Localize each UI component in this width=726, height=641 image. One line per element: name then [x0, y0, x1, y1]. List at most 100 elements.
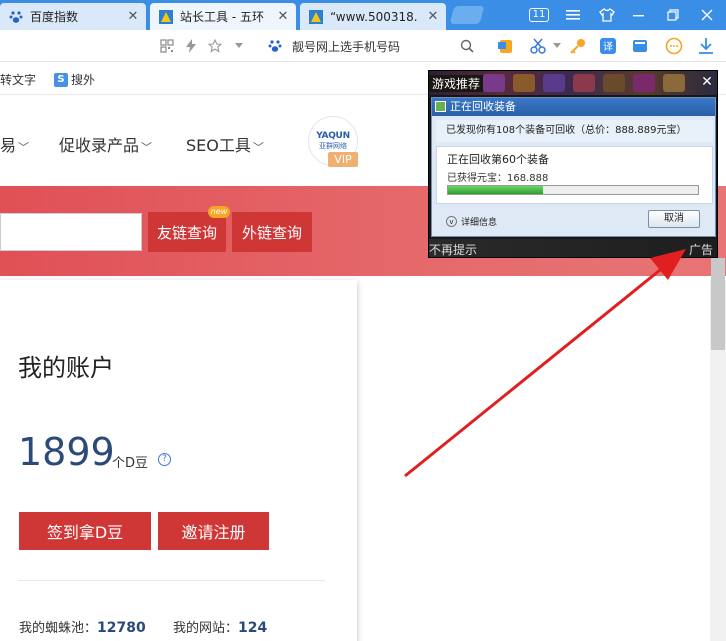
spider-pool-stat: 我的蜘蛛池：12780 — [19, 617, 146, 636]
translate-icon[interactable]: 译 — [598, 36, 618, 56]
game-item-icon — [483, 74, 505, 92]
button-label: 邀请注册 — [181, 523, 246, 542]
bookmark-item[interactable]: S 搜外 — [54, 71, 95, 88]
recycle-dialog: 正在回收装备 已发现你有108个装备可回收（总价：888.889元宝） 正在回收… — [431, 97, 716, 237]
tab-count-button[interactable]: 11 — [524, 0, 554, 30]
button-label: 签到拿D豆 — [46, 523, 124, 542]
popup-footer: 不再提示 广告 — [429, 239, 717, 257]
nav-item-label: 易 — [0, 136, 17, 155]
svg-text:译: 译 — [603, 41, 613, 53]
star-icon[interactable] — [206, 37, 224, 55]
bookmark-item[interactable]: 转文字 — [0, 71, 36, 88]
backlink-query-button[interactable]: 外链查询 — [232, 212, 312, 252]
browser-tab-bar: 百度指数 ✕ 站长工具 - 五环 ✕ “www.500318. ✕ 11 — [0, 0, 726, 30]
baidu-search-icon — [266, 37, 284, 55]
close-window-icon[interactable] — [692, 0, 722, 30]
domain-search-input[interactable] — [0, 213, 142, 251]
key-icon[interactable] — [568, 36, 588, 56]
new-badge: new — [208, 206, 230, 218]
chevron-down-icon[interactable] — [548, 37, 566, 55]
signin-button[interactable]: 签到拿D豆 — [19, 512, 151, 550]
tab-label: “www.500318. — [330, 9, 418, 24]
ad-label: 广告 — [688, 243, 713, 257]
extension-ticket-icon[interactable] — [496, 36, 516, 56]
new-tab-button[interactable] — [449, 6, 485, 24]
qr-code-icon[interactable] — [158, 37, 176, 55]
chevron-down-icon: v — [446, 216, 457, 227]
game-item-icon — [633, 74, 655, 92]
webmaster-tools-icon — [158, 9, 174, 25]
game-item-icon — [663, 74, 685, 92]
game-item-icon — [513, 74, 535, 92]
address-bar-row: 靓号网上选手机号码 译 — [0, 30, 726, 62]
app-icon — [435, 101, 446, 112]
my-sites-stat: 我的网站：124 — [173, 617, 267, 636]
smiley-icon[interactable] — [664, 36, 684, 56]
tab-webmaster-tools[interactable]: 站长工具 - 五环 ✕ — [150, 3, 296, 30]
popup-title: 游戏推荐 — [429, 75, 484, 92]
stat-label: 我的蜘蛛池： — [19, 621, 98, 636]
logo-text: YAQUN — [316, 131, 350, 141]
lightning-icon[interactable] — [182, 37, 200, 55]
screenshot-icon[interactable] — [630, 36, 650, 56]
chevron-down-icon: ﹀ — [141, 141, 153, 154]
scrollbar-thumb[interactable] — [711, 258, 725, 350]
balance-value: 1899 — [18, 430, 115, 474]
balance-unit: 个D豆 — [112, 456, 149, 471]
search-icon[interactable] — [458, 37, 476, 55]
nav-item-label: SEO工具 — [186, 136, 251, 155]
bookmark-label: 转文字 — [0, 73, 37, 87]
tab-baidu-index[interactable]: 百度指数 ✕ — [0, 3, 146, 30]
tab-close-icon[interactable]: ✕ — [424, 9, 442, 24]
stat-value: 124 — [238, 620, 268, 636]
logo-subtext: 亚群网络 — [319, 142, 347, 150]
baidu-paw-icon — [8, 9, 24, 25]
button-label: 外链查询 — [241, 223, 302, 242]
dialog-title-bar: 正在回收装备 — [432, 98, 715, 116]
tab-close-icon[interactable]: ✕ — [274, 9, 292, 24]
stat-value: 12780 — [97, 620, 146, 636]
progress-fill — [448, 186, 543, 194]
friend-link-query-button[interactable]: 友链查询 — [148, 212, 226, 252]
found-message: 已发现你有108个装备可回收（总价：888.889元宝） — [436, 120, 713, 142]
nav-item[interactable]: 易 ﹀ — [0, 132, 29, 156]
scissors-icon[interactable] — [528, 36, 548, 56]
souwai-logo-icon: S — [54, 72, 68, 87]
menu-icon[interactable] — [558, 0, 588, 30]
vip-badge: VIP — [328, 152, 358, 167]
account-title: 我的账户 — [18, 354, 114, 382]
address-search-text[interactable]: 靓号网上选手机号码 — [292, 38, 400, 55]
skin-shirt-icon[interactable] — [592, 0, 622, 30]
dont-show-again-link[interactable]: 不再提示 — [429, 241, 477, 258]
close-icon[interactable]: ✕ — [699, 74, 715, 90]
nav-item[interactable]: 促收录产品 ﹀ — [59, 132, 152, 156]
progress-panel: 正在回收第60个装备 已获得元宝：168.888 — [436, 146, 713, 204]
download-icon[interactable] — [696, 36, 716, 56]
progress-bar — [447, 185, 699, 195]
account-card: 我的账户 1899 个D豆 ? 签到拿D豆 邀请注册 我的蜘蛛池：12780 我… — [0, 280, 357, 641]
chevron-down-icon: ﹀ — [252, 141, 264, 154]
chevron-down-icon: ﹀ — [18, 141, 30, 154]
tab-close-icon[interactable]: ✕ — [124, 9, 142, 24]
tab-count-badge: 11 — [528, 8, 550, 22]
game-ad-popup: 游戏推荐 ✕ 正在回收装备 已发现你有108个装备可回收（总价：888.889元… — [428, 70, 718, 258]
game-item-icon — [603, 74, 625, 92]
details-toggle[interactable]: v 详细信息 — [446, 215, 497, 228]
current-item-text: 正在回收第60个装备 — [447, 153, 549, 166]
nav-item-label: 促收录产品 — [59, 136, 140, 155]
button-label: 友链查询 — [156, 223, 217, 242]
restore-icon[interactable] — [658, 0, 688, 30]
chevron-down-icon[interactable] — [230, 37, 248, 55]
bookmark-label: 搜外 — [71, 73, 96, 87]
invite-register-button[interactable]: 邀请注册 — [158, 512, 269, 550]
nav-item[interactable]: SEO工具 ﹀ — [186, 132, 264, 156]
tab-label: 站长工具 - 五环 — [180, 10, 264, 24]
earned-text: 已获得元宝：168.888 — [447, 173, 549, 184]
tab-label: 百度指数 — [30, 10, 79, 24]
tab-www-500318[interactable]: “www.500318. ✕ — [300, 3, 446, 30]
help-icon[interactable]: ? — [158, 453, 171, 466]
stat-label: 我的网站： — [173, 621, 239, 636]
arrow-shaft — [404, 264, 666, 478]
minimize-icon[interactable] — [624, 0, 654, 30]
cancel-button[interactable]: 取消 — [648, 210, 700, 228]
